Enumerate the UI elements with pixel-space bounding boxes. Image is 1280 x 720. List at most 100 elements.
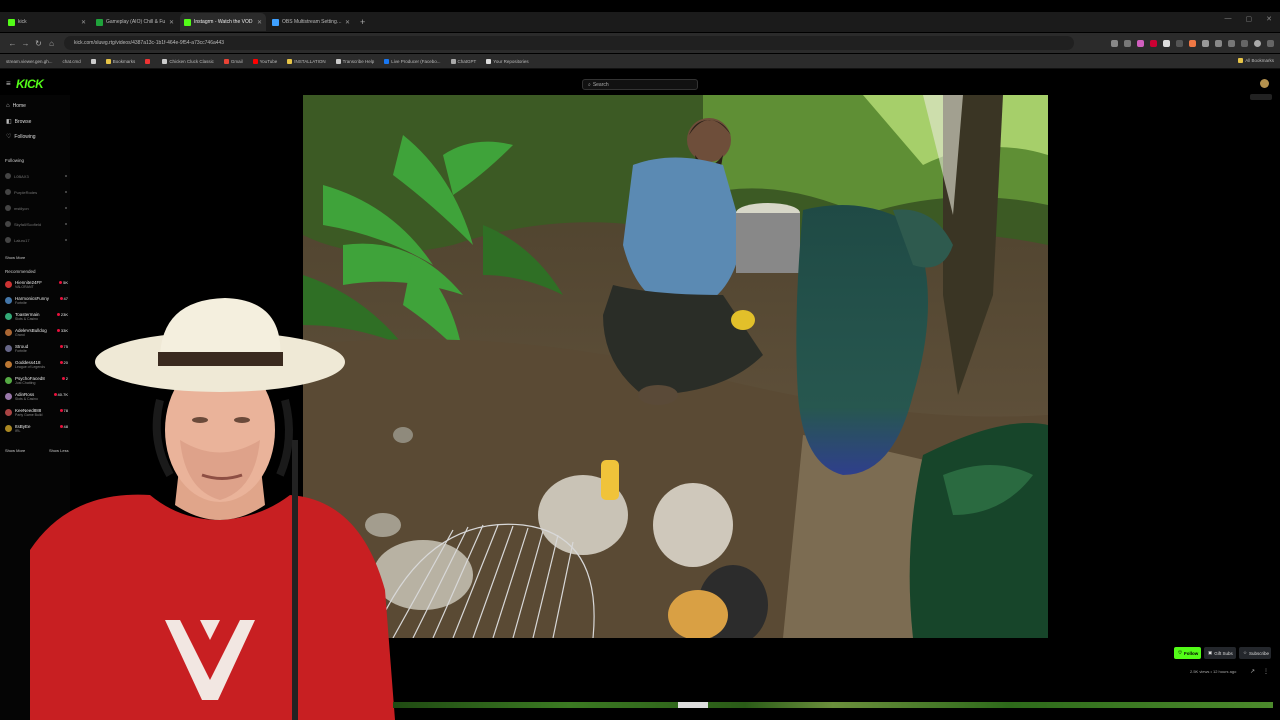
folder-icon: [1238, 58, 1244, 63]
theater-toggle[interactable]: [1250, 94, 1272, 100]
menu-hamburger-icon[interactable]: ≡: [6, 79, 11, 88]
bookmark-item[interactable]: chat.cmd: [63, 59, 81, 64]
star-icon[interactable]: [1124, 39, 1131, 47]
video-player[interactable]: [303, 95, 1048, 638]
extension-icon[interactable]: [1137, 39, 1144, 47]
home-icon: ⌂: [6, 103, 10, 109]
following-item[interactable]: L0BAX3: [5, 171, 67, 181]
apps-grid-icon: [90, 58, 96, 64]
chatgpt-icon: [450, 58, 456, 64]
heart-icon: ♡: [6, 134, 12, 140]
tab-title: OBS Multistream Settings / Str: [282, 19, 343, 25]
browser-tab-bar: kick ✕ Gameplay (AIO) Chill & Fu ✕ Insta…: [0, 12, 1280, 32]
following-item[interactable]: Laluru17: [5, 235, 67, 245]
extension-icon[interactable]: [1150, 39, 1157, 47]
close-tab-icon[interactable]: ✕: [81, 19, 86, 26]
extension-icon[interactable]: [1189, 39, 1196, 47]
extension-icon[interactable]: [1163, 39, 1170, 47]
bookmark-item[interactable]: [145, 58, 152, 64]
bookmark-item[interactable]: Bookmarks: [105, 58, 135, 64]
address-bar[interactable]: kick.com/sluwg.rtg/videos/4387a13c-1b1f-…: [64, 36, 1074, 50]
sidebar-item-browse[interactable]: ◧ Browse: [6, 118, 31, 126]
following-item[interactable]: mstilyon: [5, 203, 67, 213]
forward-icon[interactable]: →: [19, 39, 32, 48]
bookmark-item[interactable]: INSTALLATION: [287, 58, 326, 64]
search-placeholder: Search: [592, 81, 609, 88]
maximize-icon[interactable]: ▢: [1246, 15, 1253, 23]
tab-title: Instagrm - Watch the VOD: [194, 19, 253, 25]
avatar: [5, 329, 12, 336]
share-icon[interactable]: ↗: [1250, 668, 1255, 675]
youtube-icon: [252, 58, 258, 64]
bookmark-item[interactable]: Transcribe Help: [335, 58, 374, 64]
gift-subs-button[interactable]: ▣ Gift Subs: [1204, 647, 1236, 659]
screen: kick ✕ Gameplay (AIO) Chill & Fu ✕ Insta…: [0, 0, 1280, 720]
minimize-icon[interactable]: —: [1225, 15, 1232, 23]
show-more-following[interactable]: Show More: [5, 255, 25, 260]
avatar: [5, 313, 12, 320]
search-input[interactable]: ⌕ Search: [582, 79, 698, 90]
home-icon[interactable]: ⌂: [45, 39, 58, 48]
reload-icon[interactable]: ↻: [32, 39, 45, 48]
kick-favicon-icon: [184, 18, 191, 26]
following-item[interactable]: Skyfall/Scofield: [5, 219, 67, 229]
avatar: [5, 409, 12, 416]
all-bookmarks[interactable]: All Bookmarks: [1238, 58, 1274, 63]
bookmark-item[interactable]: stream.viewer.gen.gh...: [6, 59, 53, 64]
recommended-section-title: Recommended: [5, 269, 36, 274]
bookmarks-bar: stream.viewer.gen.gh... chat.cmd Bookmar…: [0, 54, 1280, 69]
stream-actions: ♡ Follow ▣ Gift Subs ☆ Subscribe: [1174, 647, 1271, 659]
browse-icon: ◧: [6, 119, 12, 125]
bookmark-item[interactable]: ChatGPT: [450, 58, 476, 64]
avatar: [5, 205, 11, 211]
search-icon: ⌕: [588, 81, 591, 88]
extension-icon[interactable]: [1202, 39, 1209, 47]
avatar: [5, 173, 11, 179]
user-avatar[interactable]: [1260, 79, 1269, 88]
browser-tab-vod[interactable]: Instagrm - Watch the VOD ✕: [180, 13, 266, 31]
avatar: [5, 377, 12, 384]
sidebar-item-home[interactable]: ⌂ Home: [6, 103, 26, 109]
following-item[interactable]: PurpleRodes: [5, 187, 67, 197]
sidebar-item-following[interactable]: ♡ Following: [6, 133, 36, 141]
bookmark-item[interactable]: [90, 58, 96, 64]
close-tab-icon[interactable]: ✕: [345, 19, 350, 26]
kick-logo[interactable]: KICK: [16, 77, 44, 91]
profile-avatar-icon[interactable]: [1254, 39, 1261, 47]
browser-toolbar: ← → ↻ ⌂ kick.com/sluwg.rtg/videos/4387a1…: [0, 33, 1280, 53]
new-tab-icon[interactable]: +: [360, 17, 365, 27]
show-more-recommended[interactable]: Show More: [5, 448, 25, 453]
subscribe-button[interactable]: ☆ Subscribe: [1239, 647, 1271, 659]
extensions-puzzle-icon[interactable]: [1241, 39, 1248, 47]
more-options-icon[interactable]: ⋮: [1263, 668, 1269, 675]
heart-icon: ♡: [1178, 650, 1183, 655]
back-icon[interactable]: ←: [6, 39, 19, 48]
download-icon[interactable]: [1228, 39, 1235, 47]
avatar: [5, 425, 12, 432]
close-tab-icon[interactable]: ✕: [257, 19, 262, 26]
sidepanel-icon[interactable]: [1215, 39, 1222, 47]
play-favicon-icon: [96, 18, 103, 26]
extension-icon[interactable]: [1176, 39, 1183, 47]
menu-dots-icon[interactable]: [1267, 39, 1274, 47]
avatar: [5, 393, 12, 400]
kick-header: ≡ KICK ⌕ Search: [0, 74, 1280, 94]
bookmark-item[interactable]: Your Repositories: [486, 58, 529, 64]
gmail-icon: [223, 58, 229, 64]
browser-tab-obs[interactable]: OBS Multistream Settings / Str ✕: [268, 13, 354, 31]
browser-tab-kick[interactable]: kick ✕: [4, 13, 90, 31]
follow-button[interactable]: ♡ Follow: [1174, 647, 1201, 659]
extension-icons: [1111, 39, 1274, 47]
bookmark-item[interactable]: Chicken Cluck Classic: [162, 58, 214, 64]
bookmark-item[interactable]: Live Producer (Facebo...: [384, 58, 441, 64]
close-window-icon[interactable]: ✕: [1266, 15, 1272, 23]
zoom-icon[interactable]: [1111, 39, 1118, 47]
obs-favicon-icon: [272, 18, 279, 26]
webcam-overlay: [30, 290, 395, 720]
bookmark-item[interactable]: Gmail: [223, 58, 243, 64]
browser-tab-gameplay[interactable]: Gameplay (AIO) Chill & Fu ✕: [92, 13, 178, 31]
live-dot-icon: [59, 281, 63, 284]
close-tab-icon[interactable]: ✕: [169, 19, 174, 26]
bookmark-item[interactable]: YouTube: [252, 58, 277, 64]
avatar: [5, 281, 12, 288]
